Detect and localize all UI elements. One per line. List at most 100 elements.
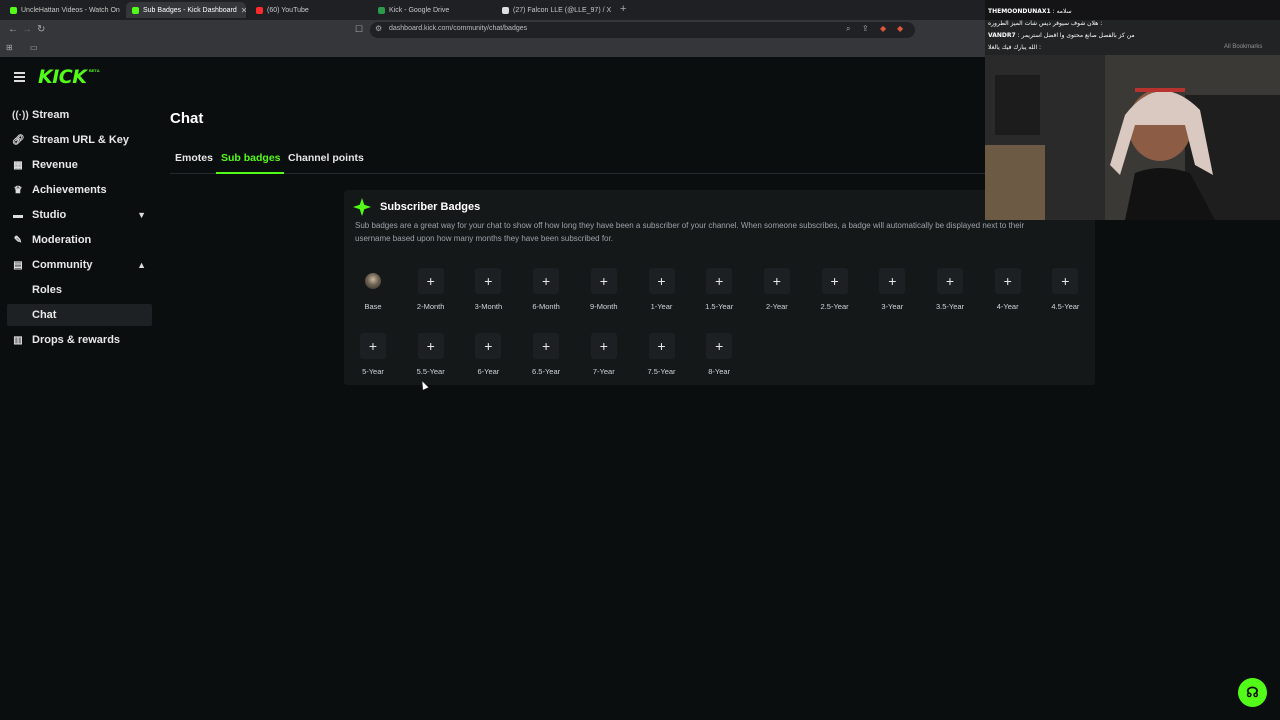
add-badge-button[interactable]: + <box>590 268 617 294</box>
badge-slot[interactable]: +8-Year <box>692 333 746 383</box>
extension-icon[interactable]: ◆ <box>897 24 903 33</box>
badge-slot[interactable]: +4.5-Year <box>1038 268 1092 318</box>
plus-icon: + <box>715 338 724 354</box>
badge-slot[interactable]: +2.5-Year <box>808 268 862 318</box>
zoom-icon[interactable]: ⌕ <box>846 24 850 34</box>
chevron-down-icon[interactable]: ▼ <box>137 210 146 220</box>
add-badge-button[interactable]: + <box>417 268 444 294</box>
sidebar-item-achievements[interactable]: ♛ Achievements <box>7 179 152 201</box>
add-badge-button[interactable]: + <box>879 268 906 294</box>
badge-slot[interactable]: +6-Year <box>461 333 515 383</box>
share-icon[interactable]: ⇪ <box>862 24 869 33</box>
webcam-image <box>985 55 1280 220</box>
tab-sub-badges[interactable]: Sub badges <box>221 152 281 164</box>
badge-slot[interactable]: +6-Month <box>519 268 573 318</box>
plus-icon: + <box>657 273 666 289</box>
back-icon[interactable]: ← <box>8 24 18 35</box>
browser-tab[interactable]: (27) Falcon LLE (@LLE_97) / X <box>496 2 614 18</box>
menu-icon[interactable] <box>14 72 25 84</box>
add-badge-button[interactable]: + <box>533 333 560 359</box>
link-icon: 🔗︎ <box>12 134 25 146</box>
browser-tab[interactable]: (60) YouTube <box>250 2 368 18</box>
apps-icon[interactable]: ⊞ <box>6 43 13 52</box>
kick-logo[interactable]: KICK <box>38 66 87 88</box>
browser-tab[interactable]: UncleHattan Videos - Watch On <box>4 2 124 18</box>
badge-slot[interactable]: +5.5-Year <box>404 333 458 383</box>
badge-slot[interactable]: +3.5-Year <box>923 268 977 318</box>
add-badge-button[interactable]: + <box>360 333 386 359</box>
youtube-favicon-icon <box>256 6 263 14</box>
add-badge-button[interactable]: + <box>763 268 790 294</box>
badge-slot[interactable]: +2-Year <box>750 268 804 318</box>
community-icon: ▤ <box>13 259 23 271</box>
add-badge-button[interactable]: + <box>1052 268 1079 294</box>
badge-label: 1-Year <box>650 302 673 311</box>
badge-slot[interactable]: +7-Year <box>577 333 631 383</box>
add-badge-button[interactable]: + <box>937 268 963 294</box>
add-badge-button[interactable]: + <box>475 333 502 359</box>
badge-label: 2-Year <box>765 302 788 311</box>
badge-label: 4.5-Year <box>1051 302 1080 311</box>
add-badge-button[interactable]: + <box>821 268 848 294</box>
badge-slot[interactable]: +5-Year <box>346 333 400 383</box>
site-info-icon[interactable]: ⚙ <box>375 24 382 33</box>
add-badge-button[interactable]: + <box>475 268 502 294</box>
add-badge-button[interactable]: + <box>533 268 560 294</box>
reload-icon[interactable]: ↻ <box>37 24 45 35</box>
plus-icon: + <box>1061 273 1070 289</box>
help-chat-button[interactable]: ☊ <box>1238 678 1267 707</box>
bookmark-icon[interactable]: ☐ <box>355 24 363 35</box>
extension-icon[interactable]: ◆ <box>880 24 886 33</box>
badge-slot[interactable]: +3-Year <box>865 268 919 318</box>
sidebar-item-drops-rewards[interactable]: ▥ Drops & rewards <box>7 329 152 351</box>
badge-slot[interactable]: +2-Month <box>404 268 458 318</box>
sidebar-item-community[interactable]: ▤ Community ▲ <box>7 254 152 276</box>
plus-icon: + <box>484 273 493 289</box>
add-badge-button[interactable]: + <box>590 333 617 359</box>
add-badge-button[interactable]: + <box>417 333 444 359</box>
address-bar[interactable]: ⚙ dashboard.kick.com/community/chat/badg… <box>370 22 915 38</box>
badge-slot[interactable]: +1.5-Year <box>692 268 746 318</box>
badge-slot[interactable]: Base <box>346 268 400 318</box>
sidebar-item-roles[interactable]: Roles <box>7 279 152 301</box>
plus-icon: + <box>945 273 955 289</box>
badge-slot[interactable]: +3-Month <box>461 268 515 318</box>
plus-icon: + <box>426 273 435 289</box>
chat-message: هلان شوف سيوفر ديس شات الميز الطروره : <box>988 20 1103 27</box>
add-badge-button[interactable]: + <box>706 268 733 294</box>
sidebar-item-label: Community <box>32 259 93 271</box>
sidebar-item-moderation[interactable]: ✎ Moderation <box>7 229 152 251</box>
forward-icon[interactable]: → <box>22 24 32 35</box>
plus-icon: + <box>1003 273 1012 289</box>
add-badge-button[interactable]: + <box>648 268 675 294</box>
badge-slot[interactable]: +1-Year <box>635 268 689 318</box>
tab-channel-points[interactable]: Channel points <box>288 152 364 164</box>
sidebar-item-stream[interactable]: ((·)) Stream <box>7 104 152 126</box>
close-tab-icon[interactable]: ✕ <box>241 6 246 15</box>
sidebar-item-studio[interactable]: ▬ Studio ▼ <box>7 204 152 226</box>
add-badge-button[interactable]: + <box>648 333 675 359</box>
add-badge-button[interactable]: + <box>994 268 1021 294</box>
chevron-up-icon[interactable]: ▲ <box>137 260 146 270</box>
new-tab-icon[interactable]: + <box>620 3 626 15</box>
browser-tab-active[interactable]: Sub Badges - Kick Dashboard ✕ <box>126 2 246 18</box>
chat-message: VANDR7 : من كز بالفصل صانع محتوى وا افضل… <box>988 32 1135 39</box>
badge-slot[interactable]: +9-Month <box>577 268 631 318</box>
tab-emotes[interactable]: Emotes <box>175 152 213 164</box>
plus-icon: + <box>599 273 608 289</box>
badge-slot[interactable]: +6.5-Year <box>519 333 573 383</box>
folder-icon[interactable]: ▭ <box>30 43 38 52</box>
sidebar-item-stream-url-key[interactable]: 🔗︎ Stream URL & Key <box>7 129 152 151</box>
sidebar-item-chat[interactable]: Chat <box>7 304 152 326</box>
add-badge-button[interactable]: + <box>706 333 733 359</box>
badge-slot[interactable]: +7.5-Year <box>635 333 689 383</box>
studio-icon: ▬ <box>13 209 23 221</box>
sidebar-item-revenue[interactable]: ▦ Revenue <box>7 154 152 176</box>
chat-message: THEMOONDUNAX1 : سلامه <box>988 8 1072 15</box>
broadcast-icon: ((·)) <box>12 109 29 121</box>
browser-tab[interactable]: Kick - Google Drive <box>372 2 492 18</box>
badge-label: 2.5-Year <box>820 302 849 311</box>
page-title: Chat <box>170 110 204 127</box>
badge-slot[interactable]: +4-Year <box>981 268 1035 318</box>
base-badge-image[interactable] <box>360 268 386 294</box>
